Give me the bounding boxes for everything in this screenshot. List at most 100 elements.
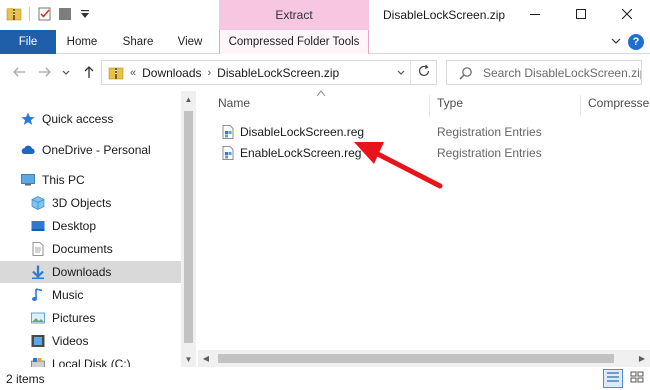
help-button[interactable]: ? bbox=[628, 34, 644, 50]
scroll-down-arrow[interactable]: ▼ bbox=[181, 351, 196, 367]
document-icon bbox=[30, 241, 46, 257]
nav-label: OneDrive - Personal bbox=[42, 143, 151, 157]
navigation-scrollbar-thumb[interactable] bbox=[184, 111, 193, 343]
horizontal-scrollbar-thumb[interactable] bbox=[218, 354, 614, 363]
nav-label: 3D Objects bbox=[52, 196, 112, 210]
zip-folder-icon bbox=[6, 6, 22, 22]
breadcrumb-separator[interactable]: › bbox=[208, 67, 212, 79]
column-header-name[interactable]: Name bbox=[218, 96, 250, 114]
nav-onedrive[interactable]: OneDrive - Personal bbox=[20, 139, 180, 161]
breadcrumb-overflow[interactable]: « bbox=[130, 67, 136, 79]
picture-icon bbox=[30, 310, 46, 326]
nav-local-disk[interactable]: Local Disk (C:) bbox=[30, 353, 180, 367]
download-icon bbox=[30, 264, 46, 280]
navigation-pane: Quick access OneDrive - Personal This PC… bbox=[0, 91, 196, 367]
search-input[interactable] bbox=[483, 65, 641, 80]
scroll-left-arrow[interactable]: ◀ bbox=[198, 350, 214, 367]
sort-ascending-icon bbox=[316, 86, 326, 97]
registry-file-icon bbox=[220, 124, 236, 140]
forward-button[interactable] bbox=[36, 64, 54, 82]
scroll-right-arrow[interactable]: ▶ bbox=[634, 350, 650, 367]
star-icon bbox=[20, 111, 36, 127]
desktop-icon bbox=[30, 218, 46, 234]
nav-downloads[interactable]: Downloads bbox=[0, 261, 181, 283]
nav-label: Documents bbox=[52, 242, 113, 256]
status-bar: 2 items bbox=[0, 367, 650, 390]
file-type: Registration Entries bbox=[437, 125, 542, 139]
music-note-icon bbox=[30, 287, 46, 303]
details-view-icon bbox=[606, 371, 620, 386]
nav-label: Music bbox=[52, 288, 84, 302]
nav-pictures[interactable]: Pictures bbox=[30, 307, 180, 329]
chevron-down-icon bbox=[611, 35, 621, 49]
properties-icon[interactable] bbox=[37, 6, 53, 22]
large-icons-view-button[interactable] bbox=[627, 369, 647, 388]
nav-label: Pictures bbox=[52, 311, 96, 325]
breadcrumb-current[interactable]: DisableLockScreen.zip bbox=[217, 66, 339, 80]
arrow-up-icon bbox=[82, 65, 96, 82]
toolbar-divider bbox=[29, 7, 30, 21]
nav-documents[interactable]: Documents bbox=[30, 238, 180, 260]
refresh-icon bbox=[417, 64, 431, 81]
nav-label: Videos bbox=[52, 334, 89, 348]
arrow-right-icon bbox=[38, 65, 52, 82]
horizontal-scrollbar[interactable]: ◀ ▶ bbox=[198, 350, 650, 367]
column-divider[interactable] bbox=[580, 95, 581, 117]
search-box[interactable] bbox=[446, 60, 642, 85]
up-button[interactable] bbox=[80, 64, 98, 82]
quick-access-toolbar bbox=[6, 6, 93, 22]
title-bar: Extract DisableLockScreen.zip bbox=[0, 0, 650, 30]
address-dropdown-button[interactable] bbox=[393, 61, 409, 84]
new-folder-icon[interactable] bbox=[57, 6, 73, 22]
annotation-arrow bbox=[354, 142, 443, 189]
nav-label: Downloads bbox=[52, 265, 112, 279]
nav-label: Local Disk (C:) bbox=[52, 357, 131, 367]
close-icon bbox=[621, 8, 633, 22]
address-bar[interactable]: « Downloads › DisableLockScreen.zip bbox=[101, 60, 437, 85]
computer-icon bbox=[20, 172, 36, 188]
tiles-view-icon bbox=[630, 371, 644, 386]
column-header-type[interactable]: Type bbox=[437, 96, 463, 114]
recent-locations-button[interactable] bbox=[60, 64, 72, 82]
maximize-button[interactable] bbox=[558, 0, 604, 30]
minimize-icon bbox=[530, 8, 540, 22]
navigation-scrollbar[interactable]: ▲ ▼ bbox=[181, 91, 196, 367]
minimize-button[interactable] bbox=[512, 0, 558, 30]
arrow-left-icon bbox=[12, 65, 26, 82]
registry-file-icon bbox=[220, 145, 236, 161]
nav-label: Desktop bbox=[52, 219, 97, 233]
nav-desktop[interactable]: Desktop bbox=[30, 215, 180, 237]
nav-music[interactable]: Music bbox=[30, 284, 180, 306]
cloud-icon bbox=[20, 142, 36, 158]
cube-icon bbox=[30, 195, 46, 211]
nav-quick-access[interactable]: Quick access bbox=[20, 108, 180, 130]
zip-folder-icon bbox=[108, 65, 124, 81]
refresh-button[interactable] bbox=[410, 61, 436, 84]
column-header-compressed[interactable]: Compressed bbox=[588, 96, 650, 114]
details-view-button[interactable] bbox=[603, 369, 623, 388]
search-icon bbox=[459, 66, 473, 80]
customize-toolbar-icon[interactable] bbox=[77, 6, 93, 22]
breadcrumb-downloads[interactable]: Downloads bbox=[142, 66, 201, 80]
maximize-icon bbox=[576, 8, 586, 22]
close-button[interactable] bbox=[604, 0, 650, 30]
back-button[interactable] bbox=[10, 64, 28, 82]
chevron-down-icon bbox=[61, 66, 71, 80]
ribbon-tabs: File Home Share View Compressed Folder T… bbox=[0, 30, 650, 54]
item-count: 2 items bbox=[6, 372, 45, 386]
nav-3d-objects[interactable]: 3D Objects bbox=[30, 192, 180, 214]
tab-home[interactable]: Home bbox=[56, 30, 108, 54]
tab-share[interactable]: Share bbox=[112, 30, 164, 54]
hard-drive-icon bbox=[30, 356, 46, 367]
nav-this-pc[interactable]: This PC bbox=[20, 169, 180, 191]
expand-ribbon-button[interactable] bbox=[608, 34, 624, 50]
tab-view[interactable]: View bbox=[166, 30, 214, 54]
scroll-up-arrow[interactable]: ▲ bbox=[181, 91, 196, 107]
nav-videos[interactable]: Videos bbox=[30, 330, 180, 352]
tab-file[interactable]: File bbox=[0, 30, 56, 54]
column-divider[interactable] bbox=[429, 95, 430, 117]
nav-label: Quick access bbox=[42, 112, 114, 126]
chevron-down-icon bbox=[396, 66, 406, 80]
file-type: Registration Entries bbox=[437, 146, 542, 160]
tab-compressed-folder-tools[interactable]: Compressed Folder Tools bbox=[219, 30, 369, 54]
